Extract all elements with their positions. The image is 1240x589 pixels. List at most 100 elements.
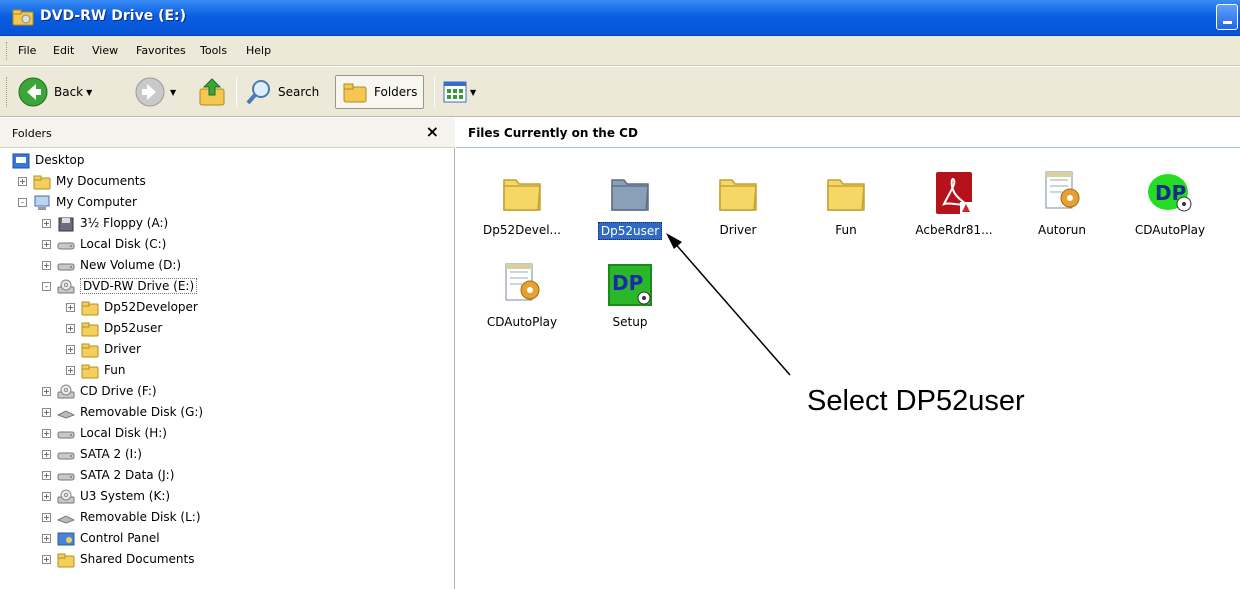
file-item[interactable]: AcbeRdr81... — [904, 170, 1004, 238]
tree-item[interactable]: + SATA 2 (I:) — [42, 444, 142, 464]
expand-icon[interactable]: + — [42, 491, 51, 501]
menu-favorites[interactable]: Favorites — [136, 44, 186, 57]
settings-file-icon — [1038, 170, 1086, 216]
disk-icon — [57, 257, 75, 273]
tree-item[interactable]: + Shared Documents — [42, 549, 194, 569]
expand-icon[interactable]: + — [42, 512, 51, 522]
tree-item[interactable]: + My Documents — [18, 171, 146, 191]
tree-item-label: U3 System (K:) — [80, 489, 171, 503]
file-item[interactable]: Autorun — [1012, 170, 1112, 238]
forward-button[interactable]: ▼ — [133, 75, 176, 109]
file-item[interactable]: CDAutoPlay — [472, 262, 572, 330]
expand-icon[interactable]: + — [42, 218, 51, 228]
tree-item[interactable]: + Local Disk (H:) — [42, 423, 167, 443]
expand-icon[interactable]: + — [42, 239, 51, 249]
file-item[interactable]: Dp52Devel... — [472, 170, 572, 238]
forward-dropdown-icon[interactable]: ▼ — [170, 88, 176, 97]
menu-view[interactable]: View — [92, 44, 118, 57]
tree-item[interactable]: + Local Disk (C:) — [42, 234, 166, 254]
folder-icon — [33, 173, 51, 190]
file-item[interactable]: Driver — [688, 170, 788, 238]
tree-item[interactable]: + Removable Disk (G:) — [42, 402, 203, 422]
tree-item[interactable]: Desktop — [12, 150, 85, 170]
search-button[interactable]: Search — [244, 75, 319, 109]
expand-icon[interactable]: + — [18, 176, 27, 186]
expand-icon[interactable]: + — [42, 533, 51, 543]
toolbar-separator — [434, 77, 435, 107]
removable-icon — [56, 509, 76, 525]
folder-icon — [57, 551, 75, 568]
desktop-icon — [12, 152, 30, 169]
settings-file-icon — [498, 262, 546, 308]
removable-icon — [56, 404, 76, 420]
tree-item-label: Dp52Developer — [104, 300, 198, 314]
computer-icon — [33, 194, 51, 210]
window-title: DVD-RW Drive (E:) — [40, 8, 187, 24]
tree-item[interactable]: + Control Panel — [42, 528, 160, 548]
file-item[interactable]: Dp52user — [580, 170, 680, 240]
tree-item-label: Local Disk (H:) — [80, 426, 167, 440]
tree-item-label: CD Drive (F:) — [80, 384, 157, 398]
up-folder-icon — [199, 78, 225, 106]
menu-file[interactable]: File — [18, 44, 36, 57]
tree-item[interactable]: + CD Drive (F:) — [42, 381, 157, 401]
tree-item[interactable]: - DVD-RW Drive (E:) — [42, 276, 198, 296]
expand-icon[interactable]: + — [42, 449, 51, 459]
tree-item[interactable]: + Fun — [66, 360, 125, 380]
file-item-label: CDAutoPlay — [1134, 223, 1206, 237]
file-item[interactable]: DP Setup — [580, 262, 680, 330]
tree-item[interactable]: + Driver — [66, 339, 141, 359]
folder-icon — [81, 299, 99, 316]
disk-icon — [57, 236, 75, 252]
expand-icon[interactable]: + — [42, 386, 51, 396]
expand-icon[interactable]: + — [42, 428, 51, 438]
folders-pane-title: Folders — [12, 127, 52, 140]
collapse-icon[interactable]: - — [18, 197, 27, 207]
tree-item-label: Local Disk (C:) — [80, 237, 167, 251]
menu-tools[interactable]: Tools — [200, 44, 227, 57]
tree-item-label: New Volume (D:) — [80, 258, 182, 272]
tree-item[interactable]: + U3 System (K:) — [42, 486, 170, 506]
disk-icon — [57, 446, 75, 462]
expand-icon[interactable]: + — [42, 260, 51, 270]
minimize-button[interactable] — [1216, 4, 1238, 30]
explorer-window: DVD-RW Drive (E:) File Edit View Favorit… — [0, 0, 1240, 589]
tree-item[interactable]: +3½ Floppy (A:) — [42, 213, 168, 233]
file-item-label: Setup — [612, 315, 648, 329]
content-pane: Files Currently on the CD Dp52Devel... Dp… — [456, 118, 1240, 589]
up-folder-button[interactable] — [196, 75, 230, 109]
tree-item[interactable]: - My Computer — [18, 192, 137, 212]
cd-folder-icon — [12, 9, 34, 26]
tree-item[interactable]: + New Volume (D:) — [42, 255, 181, 275]
expand-icon[interactable]: + — [42, 407, 51, 417]
search-icon — [246, 80, 270, 105]
views-button[interactable]: ▼ — [443, 75, 476, 109]
tree-item[interactable]: + Dp52Developer — [66, 297, 198, 317]
file-item[interactable]: DP CDAutoPlay — [1120, 170, 1220, 238]
expand-icon[interactable]: + — [42, 554, 51, 564]
menu-help[interactable]: Help — [246, 44, 271, 57]
views-dropdown-icon[interactable]: ▼ — [470, 88, 476, 97]
file-item-label: CDAutoPlay — [486, 315, 558, 329]
tree-item[interactable]: + Dp52user — [66, 318, 162, 338]
tree-item[interactable]: + Removable Disk (L:) — [42, 507, 201, 527]
expand-icon[interactable]: + — [42, 470, 51, 480]
title-bar: DVD-RW Drive (E:) — [0, 0, 1240, 36]
cd-icon — [57, 278, 75, 294]
tree-item[interactable]: + SATA 2 Data (J:) — [42, 465, 174, 485]
annotation-label: Select DP52user — [807, 385, 1025, 417]
folders-button[interactable]: Folders — [335, 75, 425, 109]
expand-icon[interactable]: + — [66, 302, 75, 312]
collapse-icon[interactable]: - — [42, 281, 51, 291]
back-button[interactable]: Back ▼ — [16, 75, 92, 109]
menubar-grip[interactable] — [6, 42, 9, 60]
close-icon[interactable]: × — [426, 122, 439, 141]
file-item[interactable]: Fun — [796, 170, 896, 238]
expand-icon[interactable]: + — [66, 344, 75, 354]
toolbar-grip[interactable] — [6, 77, 9, 107]
disk-icon — [57, 467, 75, 483]
expand-icon[interactable]: + — [66, 323, 75, 333]
expand-icon[interactable]: + — [66, 365, 75, 375]
back-dropdown-icon[interactable]: ▼ — [86, 88, 92, 97]
menu-edit[interactable]: Edit — [53, 44, 74, 57]
